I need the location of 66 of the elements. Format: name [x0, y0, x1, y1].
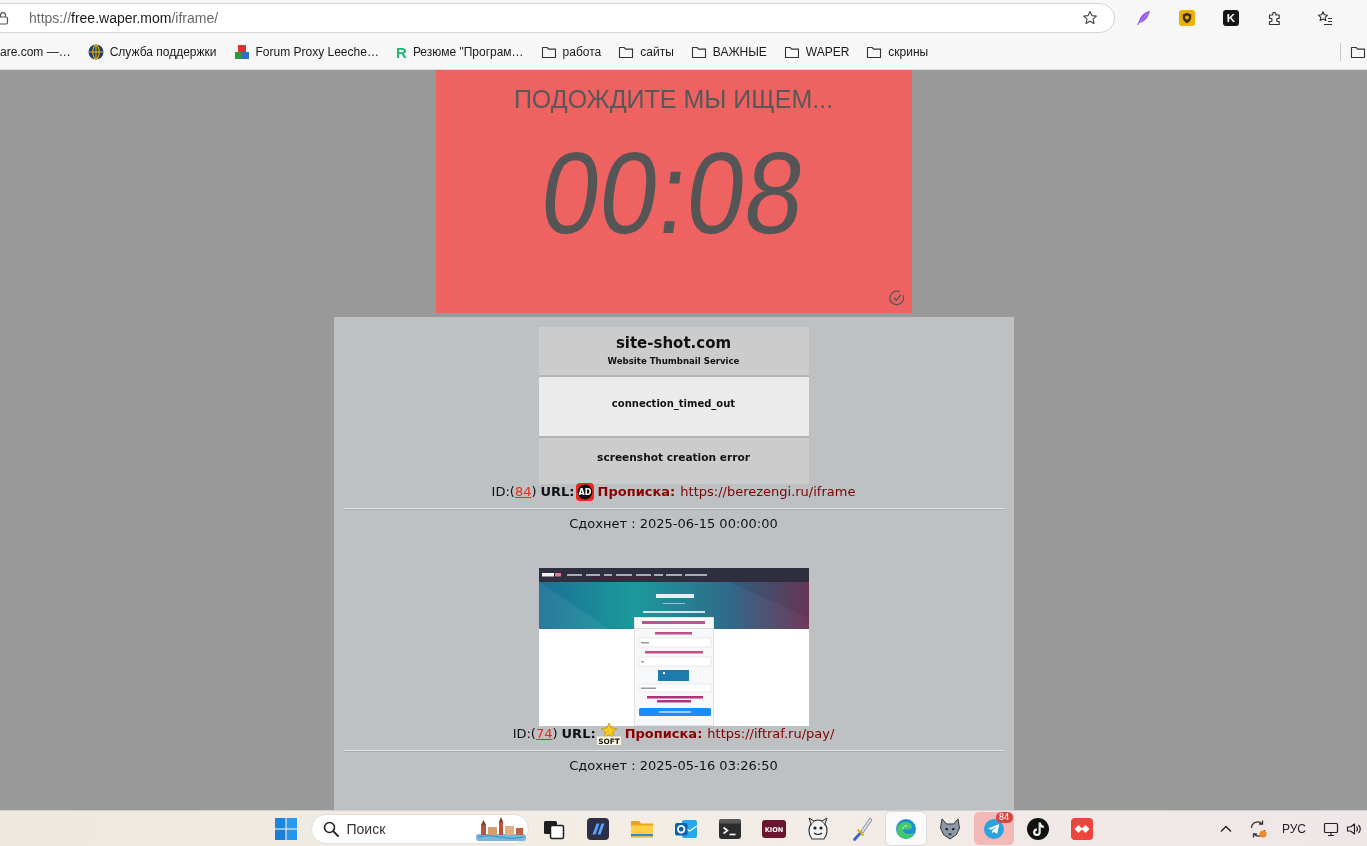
cubes-icon	[233, 44, 250, 60]
sword-icon	[850, 816, 873, 841]
mail-icon	[673, 817, 698, 840]
bookmark-link[interactable]: are.com —…	[0, 44, 71, 60]
bookmark-link[interactable]: R Резюме "Програм…	[395, 44, 524, 60]
bookmark-link[interactable]: работа	[540, 44, 602, 60]
registration-label: Прописка:	[597, 484, 676, 500]
language-indicator[interactable]: РУС	[1281, 821, 1306, 836]
bookmark-link[interactable]: ВАЖНЫЕ	[690, 44, 767, 60]
search-box[interactable]: Поиск	[310, 813, 529, 844]
address-bar[interactable]: https://free.waper.mom/iframe/	[0, 2, 1115, 33]
folder-icon	[540, 44, 557, 60]
bookmark-link[interactable]: скрины	[866, 44, 929, 60]
speaker-icon[interactable]	[1346, 820, 1362, 837]
countdown-timer: 00:08	[535, 135, 812, 251]
slashes-icon	[586, 817, 609, 840]
lock-icon	[0, 10, 9, 25]
id-prefix: ID:(	[491, 484, 515, 500]
mascot-icon	[806, 816, 829, 841]
bookmark-link[interactable]: сайты	[618, 44, 674, 60]
bookmark-link[interactable]: Служба поддержки	[87, 44, 217, 60]
swirl-icon	[894, 817, 917, 840]
taskbar-button[interactable]: 84	[973, 812, 1014, 845]
folder-icon	[783, 44, 800, 60]
wolf-icon	[938, 817, 961, 840]
thumbnail-tagline: Website Thumbnail Service	[607, 354, 740, 367]
thumbnail-error: screenshot creation error	[597, 450, 750, 464]
site-url-link[interactable]: https://iftraf.ru/pay/	[707, 726, 835, 742]
search-input[interactable]: Поиск	[346, 819, 468, 838]
bookmark-link[interactable]	[1350, 44, 1366, 60]
bookmark-link[interactable]: WAPER	[783, 44, 850, 60]
music-note-icon	[1026, 817, 1049, 840]
monitor-icon[interactable]	[1323, 820, 1339, 837]
id-prefix: ID:(	[512, 726, 536, 742]
id-suffix: )	[552, 726, 558, 742]
expiry-text: Сдохнет : 2025-05-16 03:26:50	[569, 758, 778, 774]
timer-title: ПОДОЖДИТЕ МЫ ИЩЕМ...	[513, 84, 834, 114]
registration-label: Прописка:	[624, 726, 703, 742]
favorites-icon[interactable]	[1317, 9, 1333, 26]
ad-badge-icon: AD	[575, 483, 594, 501]
letter-icon: R	[395, 45, 407, 59]
folder-icon	[866, 44, 883, 60]
globe-icon	[87, 44, 104, 60]
puzzle-icon[interactable]	[1267, 9, 1283, 26]
folder-icon	[618, 44, 635, 60]
favorite-star-icon[interactable]	[1082, 9, 1098, 26]
search-icon	[322, 820, 339, 837]
letter-icon[interactable]: K	[1223, 9, 1239, 26]
folder-icon	[1350, 44, 1366, 60]
check-circle-icon	[888, 290, 905, 306]
four-squares-icon	[274, 817, 297, 840]
thumbnail-message: connection_timed_out	[611, 397, 736, 410]
terminal-icon	[718, 818, 741, 839]
folder-icon	[690, 44, 707, 60]
notification-badge: 84	[995, 812, 1013, 823]
id-suffix: )	[531, 484, 537, 500]
site-url-link[interactable]: https://berezengi.ru/iframe	[680, 484, 856, 500]
expiry-text: Сдохнет : 2025-06-15 00:00:00	[569, 516, 778, 532]
buildings-icon	[475, 816, 526, 841]
feather-icon[interactable]	[1135, 9, 1151, 26]
url-label: URL:	[540, 484, 575, 500]
folder-icon	[629, 818, 654, 839]
thumbnail-brand: site-shot.com	[615, 333, 732, 352]
shield-icon[interactable]	[1179, 9, 1195, 26]
url-label: URL:	[561, 726, 596, 742]
bookmark-link[interactable]: Forum Proxy Leeche…	[233, 44, 379, 60]
